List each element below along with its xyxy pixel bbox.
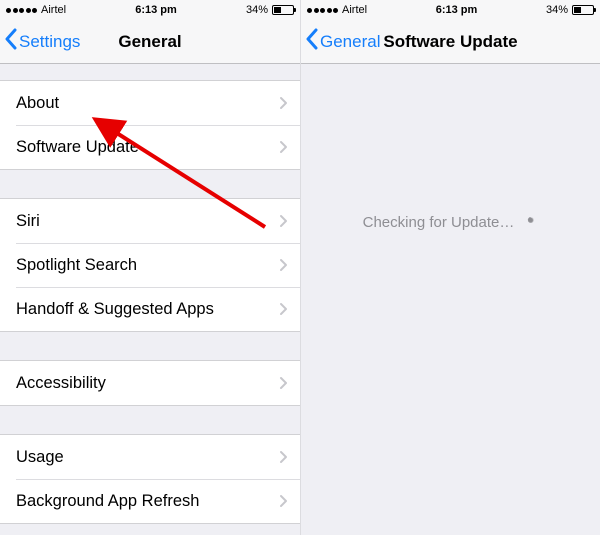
back-label: General [320,32,380,52]
settings-group: Siri Spotlight Search Handoff & Suggeste… [0,198,300,332]
row-label: Siri [16,212,279,231]
chevron-right-icon [279,494,288,508]
chevron-right-icon [279,140,288,154]
chevron-right-icon [279,96,288,110]
battery-percent-label: 34% [246,4,268,16]
back-button[interactable]: General [301,28,380,55]
chevron-left-icon [305,28,318,55]
back-label: Settings [19,32,80,52]
chevron-right-icon [279,376,288,390]
row-label: Handoff & Suggested Apps [16,300,279,319]
carrier-label: Airtel [41,4,66,16]
settings-group: Accessibility [0,360,300,406]
row-handoff[interactable]: Handoff & Suggested Apps [0,287,300,331]
row-label: Spotlight Search [16,256,279,275]
row-background-app-refresh[interactable]: Background App Refresh [0,479,300,523]
battery-percent-label: 34% [546,4,568,16]
carrier-label: Airtel [342,4,367,16]
content-area: Checking for Update… [301,64,600,535]
nav-bar: Settings General [0,20,300,64]
row-usage[interactable]: Usage [0,435,300,479]
battery-icon [572,5,594,15]
pane-general-settings: Airtel 6:13 pm 34% Settings General Abou… [0,0,300,535]
settings-list: About Software Update Siri Spotlight Sea… [0,64,300,535]
row-about[interactable]: About [0,81,300,125]
status-bar: Airtel 6:13 pm 34% [301,0,600,20]
pane-software-update: Airtel 6:13 pm 34% General Software Upda… [300,0,600,535]
settings-group: About Software Update [0,80,300,170]
signal-strength-icon [307,8,338,13]
row-label: Background App Refresh [16,492,279,511]
status-bar: Airtel 6:13 pm 34% [0,0,300,20]
battery-icon [272,5,294,15]
row-accessibility[interactable]: Accessibility [0,361,300,405]
checking-status: Checking for Update… [363,214,539,231]
checking-label: Checking for Update… [363,214,515,231]
chevron-right-icon [279,450,288,464]
row-software-update[interactable]: Software Update [0,125,300,169]
settings-group: Usage Background App Refresh [0,434,300,524]
row-siri[interactable]: Siri [0,199,300,243]
chevron-right-icon [279,302,288,316]
row-label: Software Update [16,138,279,157]
row-spotlight-search[interactable]: Spotlight Search [0,243,300,287]
row-label: Usage [16,448,279,467]
row-label: Accessibility [16,374,279,393]
clock-label: 6:13 pm [436,4,478,16]
row-label: About [16,94,279,113]
signal-strength-icon [6,8,37,13]
nav-bar: General Software Update [301,20,600,64]
chevron-left-icon [4,28,17,55]
clock-label: 6:13 pm [135,4,177,16]
chevron-right-icon [279,258,288,272]
back-button[interactable]: Settings [0,28,80,55]
chevron-right-icon [279,214,288,228]
spinner-icon [522,215,538,231]
